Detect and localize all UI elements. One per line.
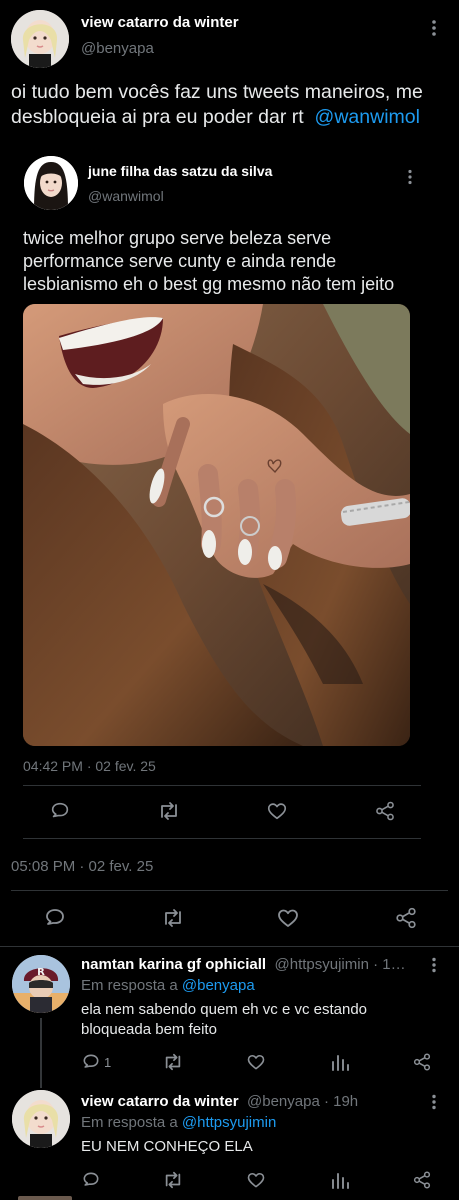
share-icon[interactable]: [394, 906, 418, 930]
tweet-divider: [11, 890, 448, 891]
quoted-more-vertical-icon[interactable]: [403, 168, 417, 186]
next-reply-avatar-partial: [18, 1196, 72, 1200]
more-vertical-icon[interactable]: [427, 18, 441, 38]
reply-2-header: view catarro da winter @benyapa · 19h: [81, 1093, 358, 1111]
reply-1-name[interactable]: namtan karina gf ophiciall: [81, 956, 266, 973]
reply-1-avatar[interactable]: R: [12, 955, 70, 1013]
reply-1-analytics-icon[interactable]: [330, 1052, 350, 1072]
reply-1-header: namtan karina gf ophiciall @httpsyujimin…: [81, 956, 406, 974]
reply-2-analytics-icon[interactable]: [330, 1170, 350, 1190]
reply-2-more-icon[interactable]: [427, 1093, 441, 1111]
reply-2-text: EU NEM CONHEÇO ELA: [81, 1138, 253, 1155]
reply-1-handle-time[interactable]: @httpsyujimin · 1…: [275, 956, 406, 973]
quoted-bottom-divider: [23, 838, 421, 839]
quoted-tweet-text: twice melhor grupo serve beleza serve pe…: [23, 228, 395, 294]
reply-2-context: Em resposta a @httpsyujimin: [81, 1114, 276, 1131]
reply-1-context-label: Em resposta a: [81, 977, 178, 994]
mention-link[interactable]: @wanwimol: [315, 106, 420, 128]
reply-2-reply-icon[interactable]: [81, 1170, 101, 1190]
reply-1-more-icon[interactable]: [427, 956, 441, 974]
reply-1-reply-count: 1: [104, 1055, 112, 1070]
quoted-author-avatar[interactable]: [24, 156, 78, 210]
quoted-retweet-icon[interactable]: [157, 800, 181, 822]
tweet-timestamp: 05:08 PM · 02 fev. 25: [11, 858, 154, 875]
reply-1-retweet-icon[interactable]: [162, 1052, 184, 1072]
reply-1-share-icon[interactable]: [412, 1052, 432, 1072]
reply-2-context-label: Em resposta a: [81, 1114, 178, 1131]
actions-bottom-divider: [0, 946, 459, 947]
reply-1-context: Em resposta a @benyapa: [81, 977, 255, 994]
reply-2-like-icon[interactable]: [246, 1170, 266, 1190]
reply-2-handle-time[interactable]: @benyapa · 19h: [247, 1093, 358, 1110]
quoted-tweet-photo[interactable]: [23, 304, 410, 746]
author-handle[interactable]: @benyapa: [81, 40, 154, 57]
like-icon[interactable]: [276, 906, 300, 930]
tweet-text: oi tudo bem vocês faz uns tweets maneiro…: [11, 80, 457, 130]
reply-2-share-icon[interactable]: [412, 1170, 432, 1190]
quoted-author-handle[interactable]: @wanwimol: [88, 188, 164, 204]
author-name[interactable]: view catarro da winter: [81, 14, 239, 31]
reply-2-avatar[interactable]: [12, 1090, 70, 1148]
thread-line: [40, 1018, 42, 1088]
reply-1-text: ela nem sabendo quem eh vc e vc estando …: [81, 1001, 368, 1038]
reply-2-retweet-icon[interactable]: [162, 1170, 184, 1190]
reply-1-like-icon[interactable]: [246, 1052, 266, 1072]
quoted-divider: [23, 785, 421, 786]
quoted-author-name[interactable]: june filha das satzu da silva: [88, 163, 272, 179]
reply-1-reply-to-link[interactable]: @benyapa: [182, 977, 255, 994]
quoted-share-icon[interactable]: [374, 800, 396, 822]
retweet-icon[interactable]: [160, 907, 186, 929]
quoted-tweet-timestamp: 04:42 PM · 02 fev. 25: [23, 758, 156, 774]
reply-2-reply-to-link[interactable]: @httpsyujimin: [182, 1114, 276, 1131]
quoted-reply-icon[interactable]: [49, 800, 71, 822]
reply-1-reply-icon[interactable]: [81, 1052, 101, 1072]
author-avatar[interactable]: [11, 10, 69, 68]
reply-2-name[interactable]: view catarro da winter: [81, 1093, 239, 1110]
quoted-like-icon[interactable]: [266, 800, 288, 822]
reply-icon[interactable]: [43, 906, 67, 930]
